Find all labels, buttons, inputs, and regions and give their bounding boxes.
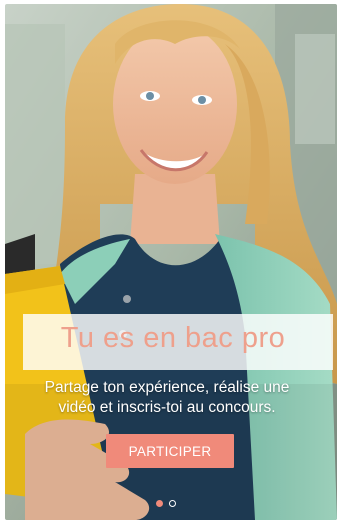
page-dot-1[interactable] [156, 500, 163, 507]
page-title: Tu es en bac pro [60, 321, 286, 354]
participate-button[interactable]: PARTICIPER [106, 434, 234, 468]
subtitle-text: Partage ton expérience, réalise une vidé… [44, 379, 290, 416]
page-indicator [156, 500, 176, 507]
page-dot-2[interactable] [169, 500, 176, 507]
